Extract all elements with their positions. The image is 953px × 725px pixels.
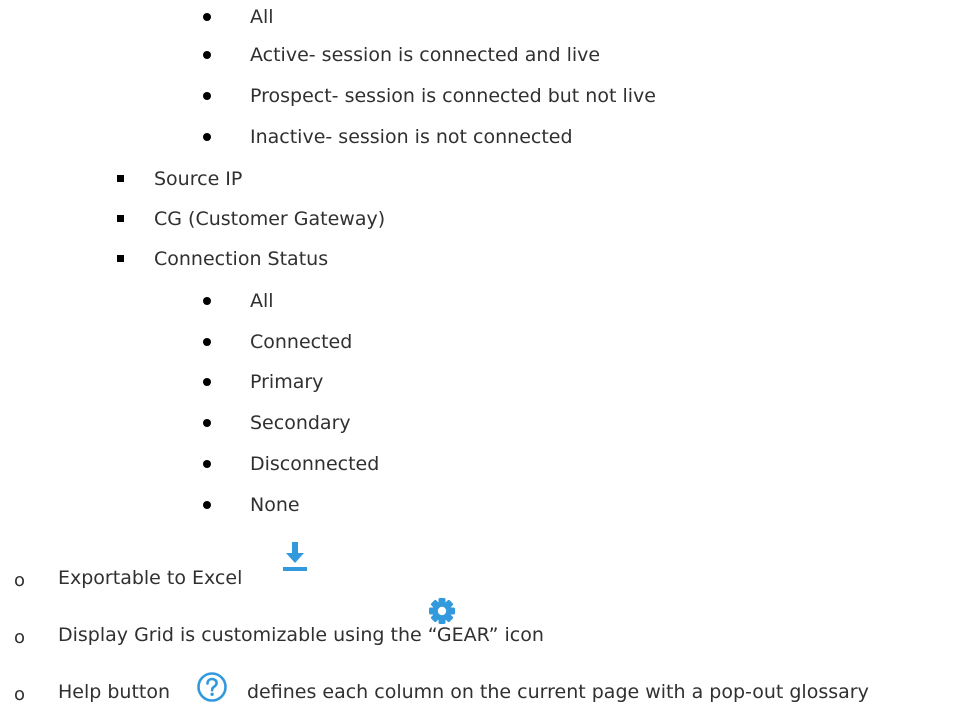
list-bullet (203, 133, 211, 141)
list-bullet (203, 378, 211, 386)
list-bullet: o (14, 684, 26, 705)
gear-icon (429, 598, 455, 624)
list-bullet: o (14, 627, 26, 648)
list-item-text: Connection Status (154, 248, 329, 270)
export-text: Exportable to Excel (58, 567, 243, 589)
list-item-text: Inactive- session is not connected (250, 126, 573, 148)
list-item-text: None (250, 494, 300, 516)
list-item-text: Prospect- session is connected but not l… (250, 85, 656, 107)
list-bullet (117, 215, 124, 222)
list-bullet: o (14, 570, 26, 591)
list-bullet (117, 175, 124, 182)
list-bullet (203, 338, 211, 346)
help-icon (197, 672, 227, 702)
list-item-text: All (250, 290, 274, 312)
list-bullet (203, 501, 211, 509)
list-bullet (117, 255, 124, 262)
list-item-text: CG (Customer Gateway) (154, 208, 386, 230)
list-item-text: Connected (250, 331, 353, 353)
help-text-before: Help button (58, 681, 171, 703)
list-item-text: Source IP (154, 168, 243, 190)
list-bullet (203, 297, 211, 305)
list-item-text: Secondary (250, 412, 351, 434)
list-item-text: Primary (250, 371, 324, 393)
list-item-text: Disconnected (250, 453, 380, 475)
download-icon (283, 542, 307, 571)
list-bullet (203, 460, 211, 468)
grid-text: Display Grid is customizable using the “… (58, 624, 544, 646)
list-bullet (203, 419, 211, 427)
help-text-after: defines each column on the current page … (247, 681, 869, 703)
list-item-text: Active- session is connected and live (250, 44, 601, 66)
list-bullet (203, 13, 211, 21)
list-bullet (203, 51, 211, 59)
list-bullet (203, 92, 211, 100)
list-item-text: All (250, 6, 274, 28)
